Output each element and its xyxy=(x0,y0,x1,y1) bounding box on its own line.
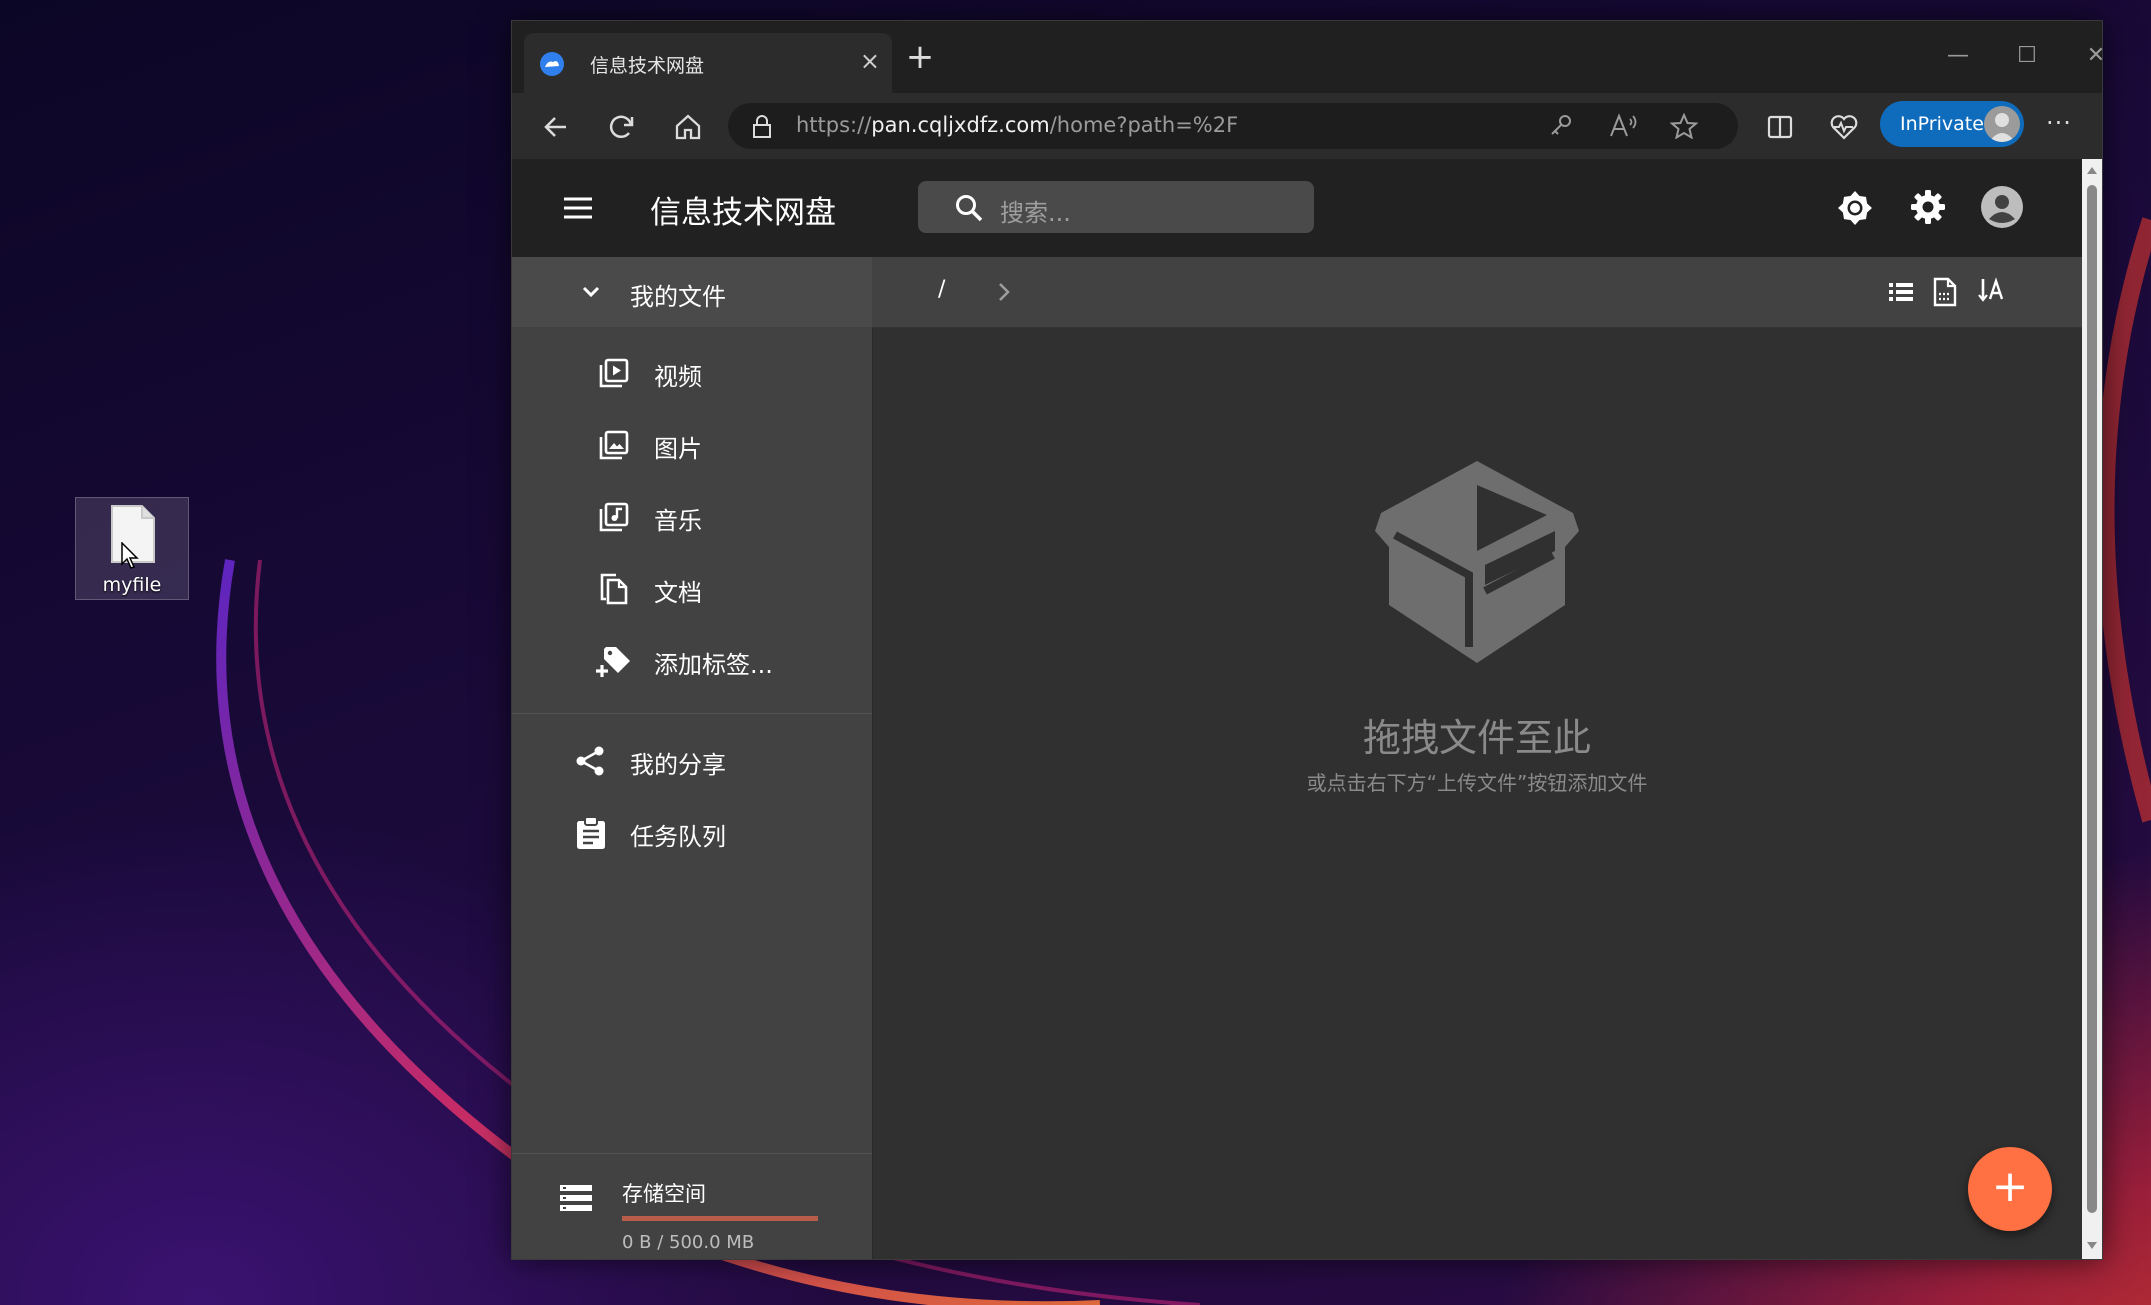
sidebar: 我的文件 视频 图片 音乐 文档 添加标签... 我的分享 任务队列 存储空间 … xyxy=(512,257,873,1259)
sidebar-item-my-share[interactable]: 我的分享 xyxy=(512,725,872,795)
sidebar-item-documents[interactable]: 文档 xyxy=(512,553,872,623)
settings-gear-icon[interactable] xyxy=(1910,189,1946,225)
browser-window: 信息技术网盘 × + — ☐ ✕ https://pan.cqljxdfz.co… xyxy=(511,20,2105,1260)
web-viewport: 信息技术网盘 搜索... 我的文件 视频 图片 音乐 文档 添加标签... 我的… xyxy=(512,159,2082,1259)
storage-icon xyxy=(560,1185,592,1211)
sidebar-item-label: 我的文件 xyxy=(630,283,726,311)
storage-progress-bar xyxy=(622,1216,818,1221)
lock-icon[interactable] xyxy=(752,115,772,139)
add-tag-icon xyxy=(596,647,630,677)
clipboard-task-icon xyxy=(577,817,605,849)
profile-avatar-icon xyxy=(1984,106,2020,142)
mouse-cursor-icon xyxy=(121,542,139,569)
file-info-icon[interactable] xyxy=(1932,277,1958,307)
empty-box-icon xyxy=(1375,461,1579,663)
hamburger-menu-icon[interactable] xyxy=(562,193,594,223)
tab-close-icon[interactable]: × xyxy=(860,47,880,75)
desktop-file-myfile[interactable]: myfile xyxy=(75,497,189,600)
brightness-theme-icon[interactable] xyxy=(1836,189,1874,227)
scrollbar-thumb[interactable] xyxy=(2087,185,2097,1213)
sidebar-item-label: 添加标签... xyxy=(654,651,773,679)
browser-tab[interactable]: 信息技术网盘 × xyxy=(524,33,892,93)
back-arrow-icon[interactable] xyxy=(540,111,572,143)
sidebar-item-label: 视频 xyxy=(654,363,702,391)
breadcrumb-root[interactable]: / xyxy=(938,277,945,302)
sidebar-divider xyxy=(512,713,872,714)
home-icon[interactable] xyxy=(672,111,704,143)
inprivate-label: InPrivate xyxy=(1900,113,1984,135)
sidebar-item-label: 音乐 xyxy=(654,507,702,535)
read-aloud-icon[interactable] xyxy=(1608,113,1638,139)
desktop-file-label: myfile xyxy=(102,574,162,596)
chevron-right-icon[interactable] xyxy=(994,281,1014,303)
close-window-button[interactable]: ✕ xyxy=(2061,43,2131,68)
key-icon[interactable] xyxy=(1548,113,1574,139)
tab-strip: 信息技术网盘 × + — ☐ ✕ xyxy=(512,21,2105,93)
more-menu-icon[interactable]: ··· xyxy=(2046,109,2072,137)
page-scrollbar[interactable] xyxy=(2082,159,2102,1259)
account-avatar-icon[interactable] xyxy=(1980,185,2024,229)
sidebar-item-music[interactable]: 音乐 xyxy=(512,481,872,551)
sidebar-item-label: 图片 xyxy=(654,435,702,463)
address-bar-row: https://pan.cqljxdfz.com/home?path=%2F I… xyxy=(512,93,2102,159)
scroll-down-arrow-icon[interactable] xyxy=(2086,1241,2098,1251)
file-toolbar: / xyxy=(872,257,2082,328)
tab-title: 信息技术网盘 xyxy=(590,55,705,77)
photo-library-icon xyxy=(599,430,629,460)
url-path: /home?path=%2F xyxy=(1049,113,1239,137)
empty-state-subtitle: 或点击右下方“上传文件”按钮添加文件 xyxy=(1306,771,1648,795)
storage-usage-text: 0 B / 500.0 MB xyxy=(622,1232,755,1253)
url-prefix: https:// xyxy=(796,113,872,137)
refresh-icon[interactable] xyxy=(606,111,638,143)
empty-state-title: 拖拽文件至此 xyxy=(1362,716,1591,760)
search-input[interactable]: 搜索... xyxy=(918,181,1314,233)
sidebar-item-my-files[interactable]: 我的文件 xyxy=(512,257,872,327)
storage-usage-panel[interactable]: 存储空间 0 B / 500.0 MB xyxy=(512,1153,872,1259)
sidebar-item-label: 我的分享 xyxy=(630,751,726,779)
url-host: pan.cqljxdfz.com xyxy=(871,113,1050,137)
scroll-up-arrow-icon[interactable] xyxy=(2086,165,2098,175)
storage-title: 存储空间 xyxy=(622,1182,706,1206)
url-bar[interactable]: https://pan.cqljxdfz.com/home?path=%2F xyxy=(728,103,1738,149)
inprivate-button[interactable]: InPrivate xyxy=(1880,101,2024,147)
minimize-button[interactable]: — xyxy=(1923,43,1993,68)
app-header: 信息技术网盘 搜索... xyxy=(512,159,2082,257)
file-copy-icon xyxy=(600,573,628,605)
sidebar-item-video[interactable]: 视频 xyxy=(512,337,872,407)
add-icon: + xyxy=(1991,1161,2029,1212)
sidebar-item-label: 任务队列 xyxy=(630,823,726,851)
chevron-down-icon[interactable] xyxy=(580,281,602,303)
video-library-icon xyxy=(599,358,629,388)
sidebar-item-images[interactable]: 图片 xyxy=(512,409,872,479)
sidebar-item-add-tag[interactable]: 添加标签... xyxy=(512,625,872,695)
url-text[interactable]: https://pan.cqljxdfz.com/home?path=%2F xyxy=(796,113,1238,137)
upload-fab-button[interactable]: + xyxy=(1968,1147,2052,1231)
split-screen-icon[interactable] xyxy=(1764,111,1796,143)
library-music-icon xyxy=(599,502,629,532)
share-icon xyxy=(576,746,604,776)
app-title: 信息技术网盘 xyxy=(650,195,836,231)
empty-state[interactable]: 拖拽文件至此 或点击右下方“上传文件”按钮添加文件 xyxy=(872,327,2082,1259)
favorite-star-icon[interactable] xyxy=(1670,113,1698,139)
maximize-button[interactable]: ☐ xyxy=(1992,43,2062,68)
browser-essentials-icon[interactable] xyxy=(1828,111,1860,143)
search-icon xyxy=(956,195,983,222)
sidebar-item-task-queue[interactable]: 任务队列 xyxy=(512,797,872,867)
sort-icon[interactable] xyxy=(1978,275,2006,305)
search-placeholder: 搜索... xyxy=(1000,199,1071,227)
sidebar-item-label: 文档 xyxy=(654,579,702,607)
list-view-icon[interactable] xyxy=(1888,279,1914,305)
new-tab-button[interactable]: + xyxy=(898,37,942,77)
cloudreve-favicon-icon xyxy=(540,52,564,76)
